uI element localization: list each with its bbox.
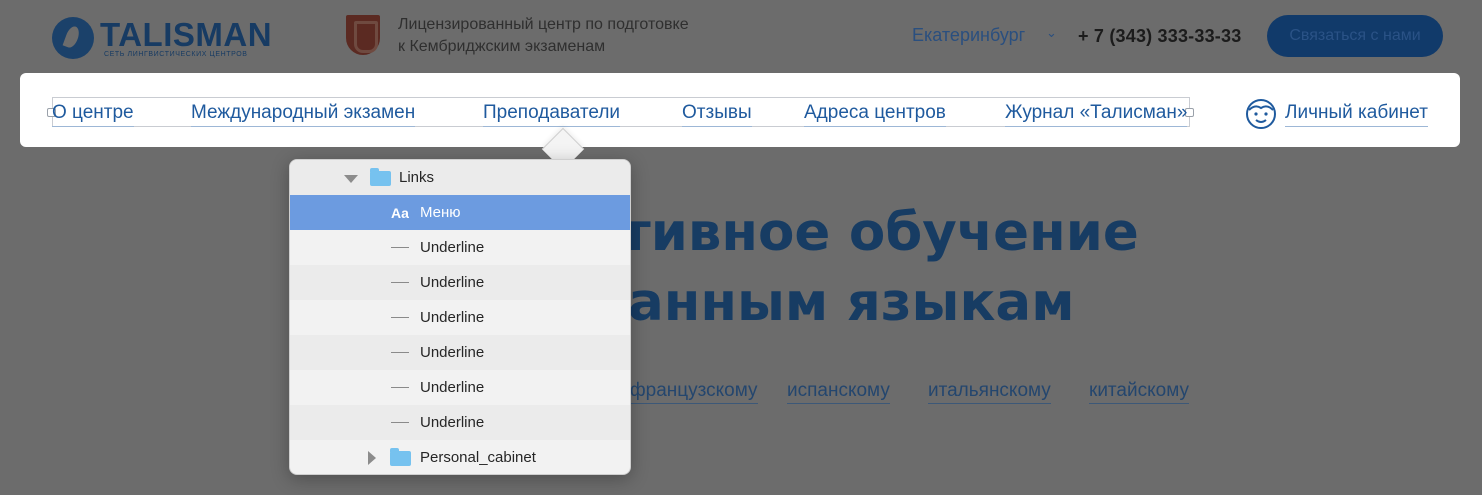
personal-cabinet-link[interactable]: Личный кабинет [1285, 101, 1428, 127]
chevron-down-icon[interactable]: ⌄ [1046, 25, 1057, 41]
line-layer-icon [391, 317, 409, 318]
licensed-line-1: Лицензированный центр по подготовке [398, 16, 689, 33]
disclosure-expanded-icon[interactable] [344, 175, 358, 183]
line-layer-icon [391, 352, 409, 353]
logo-text: TALISMAN [100, 16, 273, 53]
line-layer-icon [391, 282, 409, 283]
line-layer-icon [391, 387, 409, 388]
layer-group-links[interactable]: Links [290, 160, 630, 195]
line-layer-icon [391, 247, 409, 248]
language-link-spanish[interactable]: испанскому [787, 380, 890, 404]
layer-line-underline[interactable]: Underline [290, 230, 630, 265]
layer-text-menu[interactable]: Aa Меню [290, 195, 630, 230]
cambridge-crest-icon [346, 15, 380, 55]
city-selector[interactable]: Екатеринбург [912, 25, 1025, 46]
page-background: TALISMAN СЕТЬ ЛИНГВИСТИЧЕСКИХ ЦЕНТРОВ Ли… [0, 0, 1482, 495]
layer-label: Underline [420, 379, 485, 396]
layer-line-underline[interactable]: Underline [290, 370, 630, 405]
layer-label: Underline [420, 414, 485, 431]
layer-label: Underline [420, 274, 485, 291]
layer-label: Underline [420, 344, 485, 361]
layer-label: Underline [420, 239, 485, 256]
nav-item-magazine[interactable]: Журнал «Талисман» [1005, 101, 1188, 127]
nav-item-teachers[interactable]: Преподаватели [483, 101, 621, 127]
layer-line-underline[interactable]: Underline [290, 300, 630, 335]
layer-label: Underline [420, 309, 485, 326]
layer-label: Personal_cabinet [420, 449, 536, 466]
licensed-line-2: к Кембриджским экзаменам [398, 38, 606, 55]
logo-mark-icon [52, 17, 94, 59]
language-link-french[interactable]: французскому [630, 380, 758, 404]
folder-icon [390, 448, 411, 466]
layer-group-personal-cabinet[interactable]: Personal_cabinet [290, 440, 630, 474]
user-face-icon[interactable] [1245, 98, 1277, 130]
hero-line-2: анным языкам [628, 272, 1075, 333]
layer-label: Меню [420, 204, 461, 221]
talisman-logo[interactable]: TALISMAN СЕТЬ ЛИНГВИСТИЧЕСКИХ ЦЕНТРОВ [52, 17, 292, 61]
layer-line-underline[interactable]: Underline [290, 405, 630, 440]
text-layer-icon: Aa [391, 204, 409, 221]
hero-title: тивное обучение анным языкам [620, 198, 1139, 338]
layers-popover: Links Aa Меню Underline Underline Underl… [289, 159, 631, 475]
layer-line-underline[interactable]: Underline [290, 335, 630, 370]
nav-item-international-exam[interactable]: Международный экзамен [191, 101, 416, 127]
nav-item-center-addresses[interactable]: Адреса центров [804, 101, 946, 127]
line-layer-icon [391, 422, 409, 423]
language-link-italian[interactable]: итальянскому [928, 380, 1051, 404]
logo-tagline: СЕТЬ ЛИНГВИСТИЧЕСКИХ ЦЕНТРОВ [104, 51, 248, 58]
language-link-chinese[interactable]: китайскому [1089, 380, 1189, 404]
licensed-center-text: Лицензированный центр по подготовке к Ке… [398, 14, 758, 58]
contact-us-button[interactable]: Связаться с нами [1267, 15, 1443, 57]
disclosure-collapsed-icon[interactable] [368, 451, 376, 465]
folder-icon [370, 168, 391, 186]
nav-item-reviews[interactable]: Отзывы [682, 101, 752, 127]
hero-line-1: тивное обучение [620, 202, 1139, 263]
layer-label: Links [399, 169, 435, 186]
nav-item-about[interactable]: О центре [52, 101, 134, 127]
phone-number[interactable]: + 7 (343) 333-33-33 [1078, 26, 1241, 47]
layer-line-underline[interactable]: Underline [290, 265, 630, 300]
